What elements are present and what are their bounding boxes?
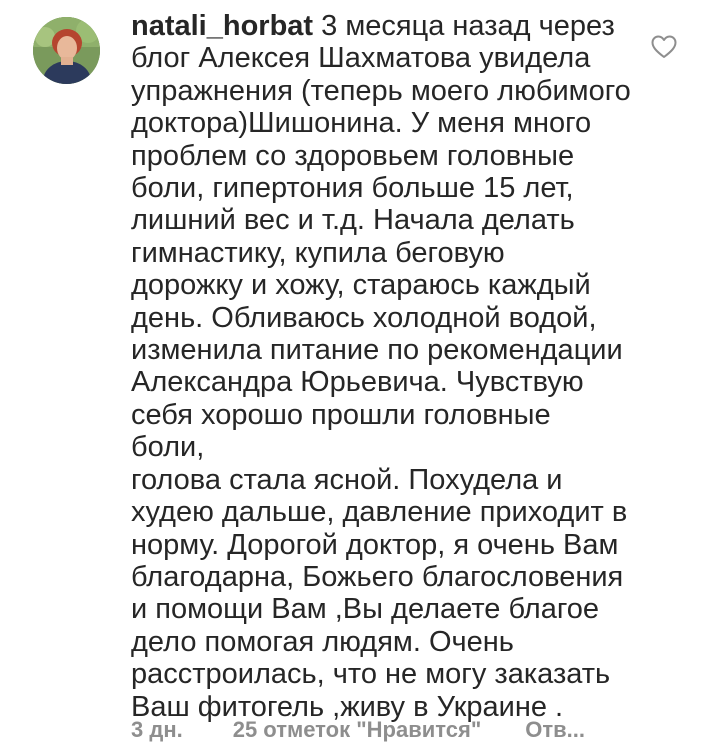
comment-likes-count[interactable]: 25 отметок "Нравится" (233, 716, 482, 744)
comment-item: natali_horbat 3 месяца назад через блог … (0, 0, 720, 755)
comment-message: 3 месяца назад через блог Алексея Шахмат… (131, 10, 631, 723)
comment-text: natali_horbat 3 месяца назад через блог … (131, 10, 631, 723)
comment-meta: 3 дн. 25 отметок "Нравится" Отв... (131, 716, 585, 744)
avatar-photo-icon (33, 17, 100, 84)
avatar[interactable] (33, 17, 100, 84)
comment-time: 3 дн. (131, 717, 183, 742)
reply-button[interactable]: Отв... (525, 716, 585, 744)
comment-username[interactable]: natali_horbat (131, 10, 313, 42)
heart-outline-icon[interactable] (651, 35, 677, 59)
